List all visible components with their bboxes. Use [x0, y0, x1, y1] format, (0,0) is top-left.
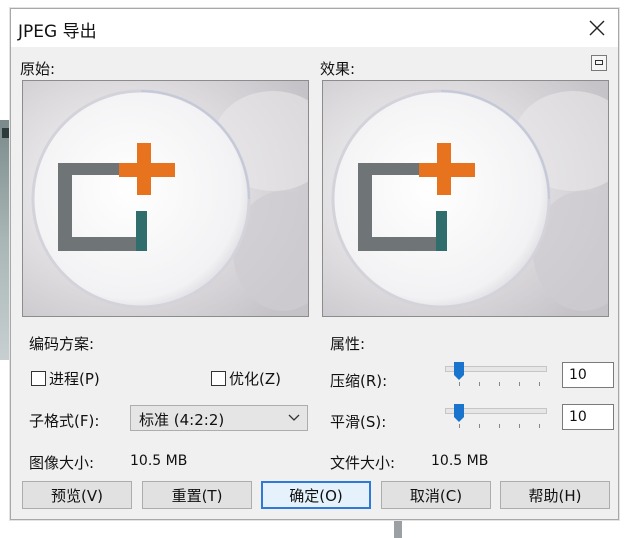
- progressive-label: 进程(P): [49, 370, 100, 388]
- preview-button[interactable]: 预览(V): [22, 481, 132, 509]
- encoding-scheme-label: 编码方案:: [29, 335, 95, 353]
- reset-button[interactable]: 重置(T): [142, 481, 252, 509]
- smoothing-input[interactable]: 10: [562, 404, 614, 430]
- effect-preview[interactable]: [322, 80, 609, 317]
- subformat-label: 子格式(F):: [29, 412, 100, 430]
- compression-tick: [499, 382, 500, 386]
- background-window-edge-cap: [2, 128, 10, 138]
- image-size-value: 10.5 MB: [130, 453, 188, 469]
- ok-button[interactable]: 确定(O): [261, 481, 371, 509]
- jpeg-export-dialog: JPEG 导出 原始: 效果: 编码方案: 进程(P) 优化(Z) 子格式(F)…: [10, 8, 619, 520]
- progressive-checkbox[interactable]: 进程(P): [31, 368, 100, 389]
- smoothing-label: 平滑(S):: [330, 413, 387, 431]
- subformat-value: 标准 (4:2:2): [139, 411, 225, 429]
- file-size-value: 10.5 MB: [431, 453, 489, 469]
- smoothing-tick: [519, 424, 520, 428]
- progressive-checkbox-box[interactable]: [31, 371, 46, 386]
- compression-tick: [459, 382, 460, 386]
- window-title: JPEG 导出: [18, 22, 97, 42]
- original-preview[interactable]: [22, 80, 309, 317]
- properties-label: 属性:: [330, 335, 366, 353]
- smoothing-tick: [539, 424, 540, 428]
- subformat-select[interactable]: 标准 (4:2:2): [130, 405, 308, 431]
- cancel-button[interactable]: 取消(C): [381, 481, 491, 509]
- close-icon: [589, 20, 605, 36]
- compression-tick: [519, 382, 520, 386]
- optimize-checkbox[interactable]: 优化(Z): [211, 368, 281, 389]
- close-button[interactable]: [584, 15, 610, 41]
- compression-tick: [539, 382, 540, 386]
- smoothing-tick: [459, 424, 460, 428]
- preview-toggle-icon[interactable]: [591, 55, 607, 71]
- smoothing-value: 10: [569, 409, 587, 425]
- smoothing-tick: [479, 424, 480, 428]
- smoothing-slider-thumb[interactable]: [454, 404, 464, 422]
- image-size-label: 图像大小:: [29, 454, 95, 472]
- original-preview-label: 原始:: [20, 60, 56, 78]
- compression-label: 压缩(R):: [330, 372, 388, 390]
- help-button[interactable]: 帮助(H): [500, 481, 610, 509]
- file-size-label: 文件大小:: [330, 454, 396, 472]
- smoothing-tick: [499, 424, 500, 428]
- effect-preview-label: 效果:: [320, 60, 356, 78]
- title-bar: JPEG 导出: [11, 9, 618, 47]
- compression-input[interactable]: 10: [562, 362, 614, 388]
- compression-tick: [479, 382, 480, 386]
- optimize-checkbox-box[interactable]: [211, 371, 226, 386]
- background-window-edge: [0, 120, 10, 360]
- compression-slider-thumb[interactable]: [454, 362, 464, 380]
- compression-value: 10: [569, 367, 587, 383]
- optimize-label: 优化(Z): [229, 370, 281, 388]
- chevron-down-icon: [288, 414, 300, 421]
- background-scroll-bar: [394, 520, 402, 538]
